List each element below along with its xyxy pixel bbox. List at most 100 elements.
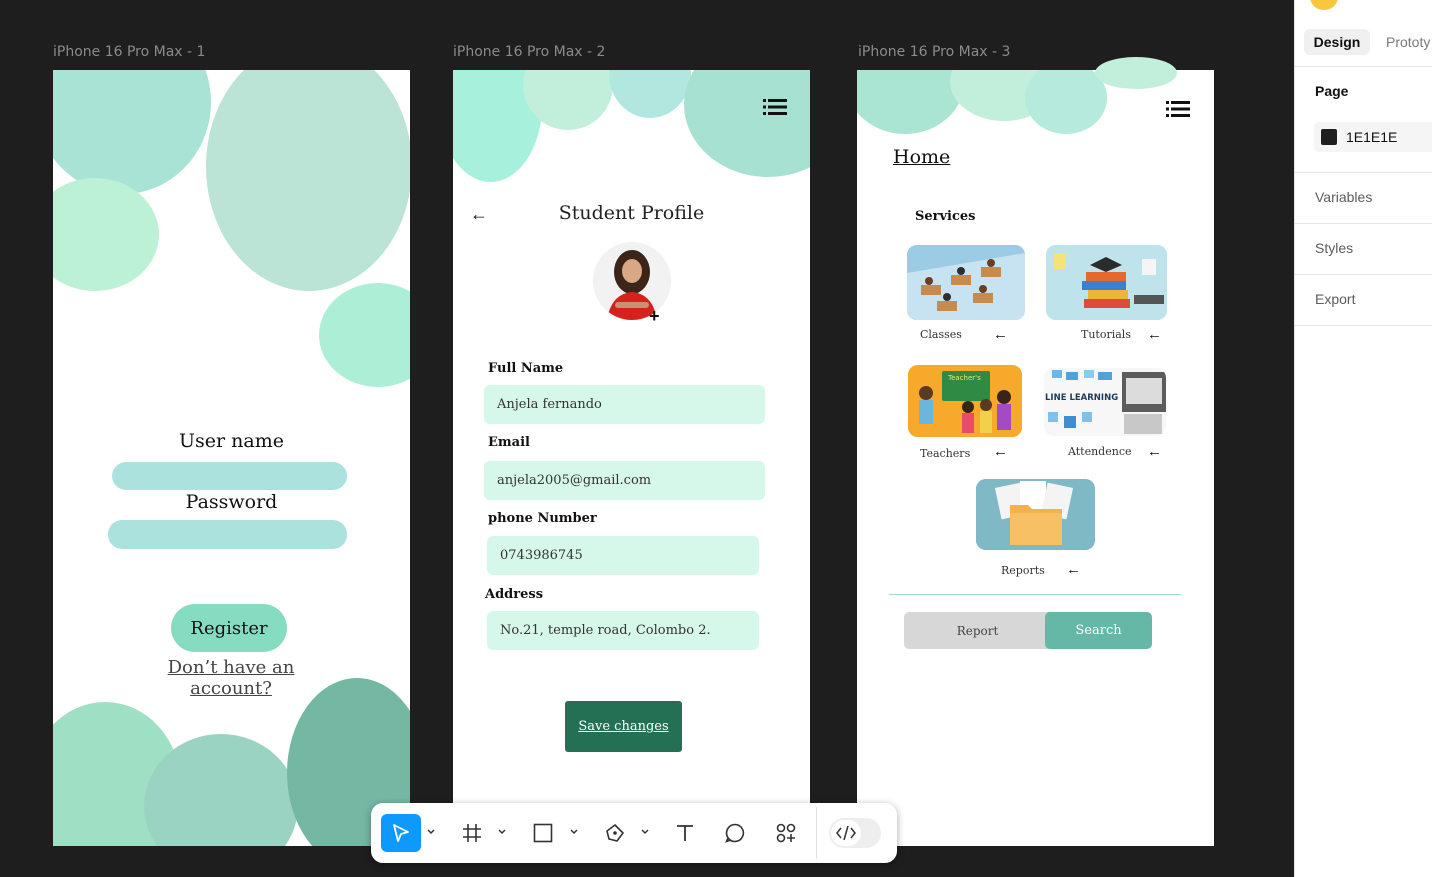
cursor-icon bbox=[393, 824, 409, 842]
shape-tool-button[interactable] bbox=[528, 814, 558, 852]
report-tab[interactable]: Report bbox=[904, 612, 1051, 649]
decorative-blob bbox=[609, 70, 691, 118]
dev-mode-toggle[interactable] bbox=[829, 818, 881, 848]
color-swatch[interactable] bbox=[1321, 129, 1337, 145]
panel-divider bbox=[1295, 172, 1432, 173]
classes-card-image[interactable] bbox=[907, 245, 1025, 320]
teachers-arrow-icon[interactable]: ← bbox=[993, 443, 1008, 460]
chevron-down-icon[interactable] bbox=[426, 827, 436, 837]
field-label-full-name: Full Name bbox=[488, 361, 564, 376]
frame-title-3[interactable]: iPhone 16 Pro Max - 3 bbox=[858, 44, 1010, 60]
password-input[interactable] bbox=[108, 520, 347, 549]
menu-icon[interactable] bbox=[1166, 100, 1190, 118]
profile-frame[interactable]: ← Student Profile + Full Name Anjela fer… bbox=[453, 70, 810, 846]
tutorials-label: Tutorials bbox=[1081, 328, 1131, 341]
text-tool-button[interactable] bbox=[670, 814, 700, 852]
classes-arrow-icon[interactable]: ← bbox=[993, 326, 1008, 343]
chevron-down-icon[interactable] bbox=[640, 827, 650, 837]
panel-divider bbox=[1295, 325, 1432, 326]
tutorials-card-image[interactable] bbox=[1046, 245, 1167, 320]
comment-icon bbox=[725, 823, 745, 843]
teachers-illustration: Teacher's bbox=[908, 365, 1022, 437]
signup-link[interactable]: Don’t have an account? bbox=[126, 657, 336, 699]
design-canvas[interactable]: iPhone 16 Pro Max - 1 iPhone 16 Pro Max … bbox=[0, 0, 1294, 877]
folder-illustration bbox=[976, 479, 1095, 550]
panel-divider bbox=[1295, 274, 1432, 275]
full-name-field[interactable]: Anjela fernando bbox=[484, 385, 765, 424]
tutorials-arrow-icon[interactable]: ← bbox=[1147, 326, 1162, 343]
decorative-blob bbox=[857, 70, 965, 134]
classroom-illustration bbox=[907, 245, 1025, 320]
login-frame[interactable]: User name Password Register Don’t have a… bbox=[53, 70, 410, 846]
username-label: User name bbox=[179, 430, 284, 452]
dev-mode-knob bbox=[831, 820, 861, 846]
actions-tool-button[interactable] bbox=[771, 814, 801, 852]
decorative-blob bbox=[1025, 70, 1107, 134]
variables-section[interactable]: Variables bbox=[1315, 189, 1372, 205]
decorative-blob bbox=[1095, 57, 1177, 89]
chevron-down-icon[interactable] bbox=[497, 827, 507, 837]
decorative-blob bbox=[53, 70, 211, 194]
pen-tool-button[interactable] bbox=[600, 814, 630, 852]
attendence-label: Attendence bbox=[1068, 445, 1132, 458]
bottom-toolbar bbox=[371, 803, 897, 863]
components-icon bbox=[776, 823, 796, 843]
tab-design[interactable]: Design bbox=[1304, 29, 1370, 55]
rectangle-icon bbox=[533, 823, 553, 843]
reports-card-image[interactable] bbox=[976, 479, 1095, 550]
field-label-phone: phone Number bbox=[488, 511, 597, 526]
decorative-blob bbox=[53, 178, 159, 291]
frame-title-2[interactable]: iPhone 16 Pro Max - 2 bbox=[453, 44, 605, 60]
tab-prototype[interactable]: Prototy bbox=[1386, 29, 1430, 55]
online-learning-illustration: LINE LEARNING bbox=[1044, 368, 1166, 436]
frame-icon bbox=[463, 824, 481, 842]
email-field[interactable]: anjela2005@gmail.com bbox=[484, 461, 765, 500]
properties-panel: Design Prototy Page 1E1E1E Variables Sty… bbox=[1294, 0, 1432, 877]
add-photo-icon[interactable]: + bbox=[649, 306, 660, 327]
decorative-blob bbox=[206, 70, 410, 291]
styles-section[interactable]: Styles bbox=[1315, 240, 1353, 256]
teachers-card-image[interactable]: Teacher's bbox=[908, 365, 1022, 437]
decorative-blob bbox=[319, 283, 410, 387]
phone-field[interactable]: 0743986745 bbox=[487, 536, 759, 575]
comment-tool-button[interactable] bbox=[720, 814, 750, 852]
register-button[interactable]: Register bbox=[171, 604, 287, 652]
search-tab[interactable]: Search bbox=[1045, 612, 1152, 649]
user-avatar[interactable] bbox=[1310, 0, 1338, 10]
field-label-address: Address bbox=[485, 587, 544, 602]
username-input[interactable] bbox=[112, 462, 347, 490]
page-heading: Page bbox=[1315, 83, 1349, 99]
panel-divider bbox=[1295, 66, 1432, 67]
services-heading: Services bbox=[915, 209, 976, 224]
home-frame[interactable]: Home Services Classes ← Tutorials ← Teac… bbox=[857, 57, 1214, 846]
pen-icon bbox=[606, 824, 624, 842]
home-title[interactable]: Home bbox=[893, 146, 950, 168]
decorative-blob bbox=[684, 70, 810, 177]
attendence-card-image[interactable]: LINE LEARNING bbox=[1044, 368, 1166, 436]
password-label: Password bbox=[185, 491, 278, 513]
page-color-value[interactable]: 1E1E1E bbox=[1346, 129, 1397, 145]
address-field[interactable]: No.21, temple road, Colombo 2. bbox=[487, 611, 759, 650]
toolbar-divider bbox=[816, 807, 817, 859]
chevron-down-icon[interactable] bbox=[569, 827, 579, 837]
menu-icon[interactable] bbox=[763, 98, 787, 116]
attendence-arrow-icon[interactable]: ← bbox=[1147, 443, 1162, 460]
classes-label: Classes bbox=[920, 328, 962, 341]
teachers-label: Teachers bbox=[920, 447, 971, 460]
page-color-field[interactable]: 1E1E1E bbox=[1314, 122, 1432, 152]
code-icon bbox=[836, 825, 856, 841]
profile-title: Student Profile bbox=[558, 202, 705, 224]
online-learning-text: LINE LEARNING bbox=[1045, 393, 1118, 403]
frame-title-1[interactable]: iPhone 16 Pro Max - 1 bbox=[53, 44, 205, 60]
frame-tool-button[interactable] bbox=[457, 814, 487, 852]
books-illustration bbox=[1046, 245, 1167, 320]
reports-arrow-icon[interactable]: ← bbox=[1066, 561, 1081, 578]
panel-divider bbox=[1295, 223, 1432, 224]
text-icon bbox=[677, 825, 693, 841]
save-changes-button[interactable]: Save changes bbox=[565, 701, 682, 752]
teachers-board-text: Teacher's bbox=[947, 374, 981, 382]
field-label-email: Email bbox=[488, 435, 530, 450]
export-section[interactable]: Export bbox=[1315, 291, 1355, 307]
reports-label: Reports bbox=[1001, 564, 1045, 577]
move-tool-button[interactable] bbox=[381, 814, 421, 852]
